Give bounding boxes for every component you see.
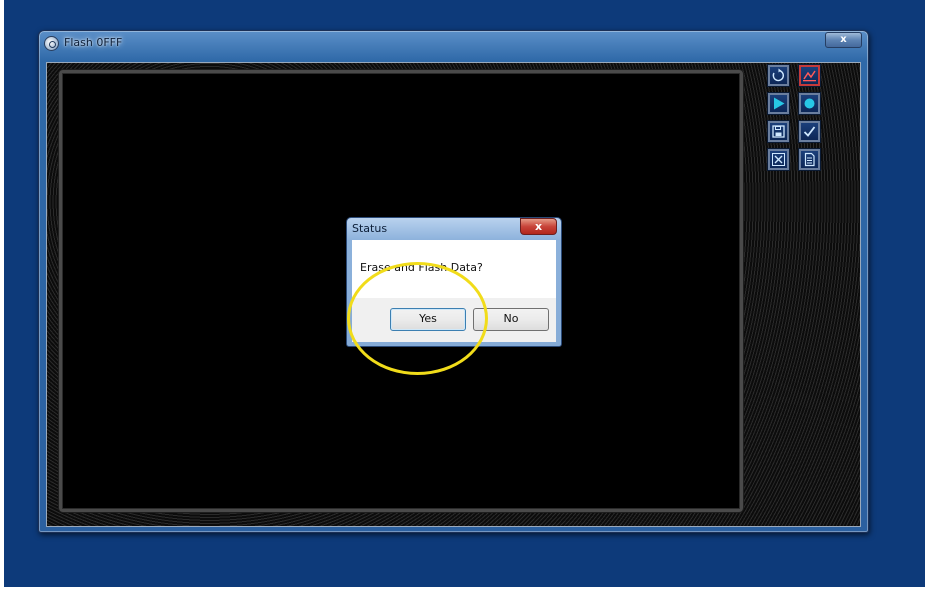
document-icon <box>804 152 815 167</box>
play-icon <box>774 97 785 110</box>
close-x-icon <box>772 153 785 166</box>
refresh-button[interactable] <box>768 65 789 86</box>
dialog-close-button[interactable]: x <box>520 218 557 235</box>
record-icon <box>804 98 815 109</box>
waveform-icon <box>803 70 816 82</box>
record-button[interactable] <box>799 93 820 114</box>
highlight-annotation <box>347 262 488 375</box>
main-close-button[interactable]: x <box>825 32 862 48</box>
desktop-edge <box>0 0 4 590</box>
play-button[interactable] <box>768 93 789 114</box>
save-icon <box>772 125 785 138</box>
dialog-title: Status <box>352 222 388 235</box>
save-button[interactable] <box>768 121 789 142</box>
checkmark-icon <box>803 126 816 137</box>
cancel-button[interactable] <box>768 149 789 170</box>
desktop-edge <box>925 0 929 590</box>
main-window-title: Flash 0FFF <box>64 36 123 49</box>
refresh-icon <box>772 68 785 82</box>
main-titlebar[interactable]: Flash 0FFF x <box>39 31 868 55</box>
waveform-button[interactable] <box>799 65 820 86</box>
app-icon <box>44 36 59 51</box>
document-button[interactable] <box>799 149 820 170</box>
verify-button[interactable] <box>799 121 820 142</box>
